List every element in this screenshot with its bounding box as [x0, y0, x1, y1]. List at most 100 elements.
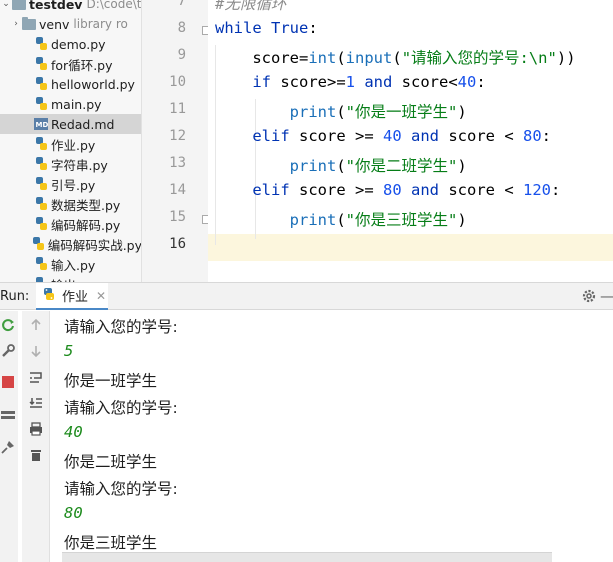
scroll-to-end-icon[interactable] [28, 395, 44, 411]
code-token: >= [355, 181, 374, 199]
code-token: and [355, 73, 402, 91]
tree-file[interactable]: MD Redad.md [0, 114, 141, 134]
code-token: print [289, 103, 337, 121]
code-token: 120 [522, 181, 551, 199]
trash-icon[interactable] [28, 447, 44, 463]
code-token: 80 [373, 181, 411, 199]
console-output-line: 你是二班学生 [64, 453, 158, 471]
line-number: 15 [169, 209, 186, 225]
run-tab-label: 作业 [62, 290, 89, 305]
code-token: 1 [345, 73, 355, 91]
tree-folder[interactable]: › venv library ro [0, 14, 141, 34]
tree-item-name: 作业.py [51, 137, 96, 153]
project-path: D:\code\t [86, 0, 142, 11]
tree-item-name: 编码解码实战.py [47, 237, 142, 253]
minimize-icon[interactable]: — [600, 287, 613, 305]
line-number: 13 [169, 155, 186, 171]
chevron-right-icon[interactable]: › [10, 19, 22, 29]
run-console[interactable]: 请输入您的学号: 5 你是一班学生 请输入您的学号: 40 你是二班学生 请输入您的学号: 8… [51, 311, 613, 562]
tree-file[interactable]: 引号.py [0, 174, 141, 194]
stop-icon[interactable] [0, 374, 16, 390]
console-input-line: 40 [64, 423, 83, 441]
tree-item-name: demo.py [51, 36, 106, 52]
console-output-line: 你是一班学生 [64, 372, 158, 390]
tree-file[interactable]: 编码解码实战.py [0, 234, 142, 254]
tree-item-name: helloworld.py [51, 76, 135, 92]
close-icon[interactable]: ✕ [96, 289, 106, 303]
code-token: 40 [457, 73, 477, 91]
tree-root[interactable]: ⌄ testdev D:\code\t [0, 0, 142, 14]
project-name: testdev [29, 0, 83, 12]
python-file-icon [34, 57, 48, 71]
code-line: print("你是三班学生") [215, 208, 467, 230]
line-number: 10 [169, 74, 186, 90]
code-token: input [345, 49, 393, 67]
tree-file[interactable]: 作业.py [0, 134, 141, 154]
run-tab[interactable]: 作业 ✕ [36, 283, 108, 310]
python-icon [42, 287, 56, 305]
arrow-up-icon[interactable] [28, 317, 44, 333]
chevron-down-icon[interactable]: ⌄ [0, 0, 12, 9]
console-actions-strip [22, 311, 50, 562]
print-icon[interactable] [28, 421, 44, 437]
run-label: Run: [0, 289, 30, 304]
current-line-highlight [208, 234, 613, 261]
code-token: and [411, 181, 449, 199]
code-token: int [308, 49, 337, 67]
code-token: score= [215, 49, 309, 67]
console-output-line: 请输入您的学号: [64, 399, 178, 417]
line-number: 7 [177, 0, 186, 9]
code-token: )) [556, 49, 576, 67]
tree-file[interactable]: 编码解码.py [0, 214, 141, 234]
tree-item-name: for循环.py [51, 57, 113, 73]
code-token: : [308, 19, 318, 37]
gear-icon[interactable] [581, 288, 597, 304]
code-token: score < [448, 127, 523, 145]
soft-wrap-icon[interactable] [28, 369, 44, 385]
tree-file[interactable]: helloworld.py [0, 74, 141, 94]
code-token: True [271, 19, 309, 37]
run-actions-strip [0, 311, 18, 562]
python-file-icon [34, 257, 48, 271]
code-token: score [299, 127, 355, 145]
folder-icon [12, 0, 26, 11]
tree-item-name: 字符串.py [51, 157, 108, 173]
tree-item-name: 编码解码.py [51, 217, 121, 233]
arrow-down-icon[interactable] [28, 343, 44, 359]
tree-item-note: library ro [73, 17, 128, 31]
rerun-icon[interactable] [0, 317, 16, 333]
wrench-icon[interactable] [0, 343, 16, 359]
tree-item-name: 引号.py [51, 177, 96, 193]
tree-file[interactable]: demo.py [0, 34, 141, 54]
code-token: ( [336, 157, 346, 175]
horizontal-scrollbar[interactable] [62, 552, 552, 562]
tree-file[interactable]: 数据类型.py [0, 194, 141, 214]
code-editor[interactable]: #无限循环 while True: score=int(input("请输入您的学… [208, 0, 613, 282]
console-output-line: 请输入您的学号: [64, 480, 178, 498]
code-line: score=int(input("请输入您的学号:\n")) [215, 46, 576, 68]
code-token: score < [448, 181, 523, 199]
tree-file[interactable]: 输出 [0, 274, 141, 282]
code-token: "你是一班学生" [345, 103, 458, 121]
tree-file[interactable]: for循环.py [0, 54, 141, 74]
pin-icon[interactable] [0, 439, 16, 455]
python-file-icon [34, 157, 48, 171]
code-line: elif score >= 80 and score < 120: [215, 181, 560, 199]
code-line: print("你是二班学生") [215, 154, 467, 176]
code-line: #无限循环 [215, 0, 286, 14]
code-token: ( [392, 49, 402, 67]
code-token: 40 [373, 127, 411, 145]
code-token: "你是三班学生" [345, 211, 458, 229]
code-line: print("你是一班学生") [215, 100, 467, 122]
tree-file[interactable]: 字符串.py [0, 154, 141, 174]
layout-icon[interactable] [0, 407, 16, 423]
code-token: "你是二班学生" [345, 157, 458, 175]
tree-file[interactable]: 输入.py [0, 254, 141, 274]
code-token: if [252, 73, 281, 91]
code-line: if score>=1 and score<40: [215, 73, 485, 91]
tree-file[interactable]: main.py [0, 94, 141, 114]
code-token: >= [355, 127, 374, 145]
code-token: and [411, 127, 449, 145]
